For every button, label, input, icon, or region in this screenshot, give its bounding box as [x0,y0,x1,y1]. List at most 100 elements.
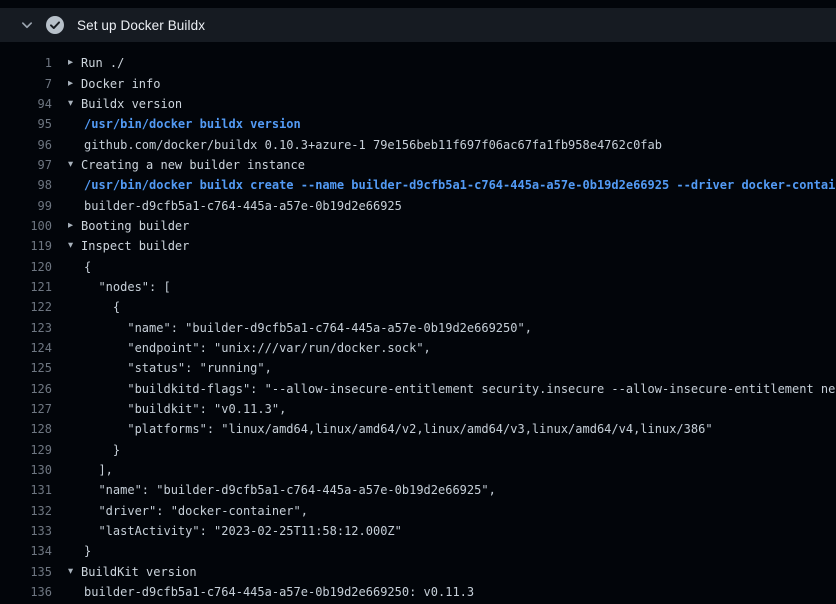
log-line: 124 "endpoint": "unix:///var/run/docker.… [0,338,836,358]
log-group-title: Run ./ [81,56,124,70]
log-text-row: ], [68,463,836,477]
log-group-toggle[interactable]: ▼Inspect builder [68,239,836,253]
log-group-toggle[interactable]: ▼Creating a new builder instance [68,158,836,172]
line-number[interactable]: 131 [0,483,52,497]
log-text-row: builder-d9cfb5a1-c764-445a-a57e-0b19d2e6… [68,585,836,599]
log-text-row: "buildkit": "v0.11.3", [68,402,836,416]
log-line: 99 builder-d9cfb5a1-c764-445a-a57e-0b19d2… [0,195,836,215]
log-line: 96 github.com/docker/buildx 0.10.3+azure-… [0,134,836,154]
log-group-title: BuildKit version [81,565,197,579]
log-group-title: Inspect builder [81,239,189,253]
triangle-right-icon: ▶ [68,78,81,88]
log-output-text: } [84,443,120,457]
log-text-row: { [68,260,836,274]
line-number[interactable]: 96 [0,138,52,152]
log-text-row: "nodes": [ [68,280,836,294]
log-text-row: "status": "running", [68,361,836,375]
log-output-text: builder-d9cfb5a1-c764-445a-a57e-0b19d2e6… [84,585,474,599]
line-number[interactable]: 100 [0,219,52,233]
log-line: 7 ▶Docker info [0,73,836,93]
line-number[interactable]: 99 [0,199,52,213]
log-line: 129 } [0,440,836,460]
log-command-text: /usr/bin/docker buildx version [84,117,301,131]
log-text-row: "driver": "docker-container", [68,504,836,518]
step-title: Set up Docker Buildx [77,18,205,33]
log-output-text: "lastActivity": "2023-02-25T11:58:12.000… [84,524,402,538]
line-number[interactable]: 98 [0,178,52,192]
chevron-down-icon [20,18,34,32]
log-line: 122 { [0,297,836,317]
log-line: 97 ▼Creating a new builder instance [0,155,836,175]
log-container: 1 ▶Run ./ 7 ▶Docker info 94 ▼Buildx version 95… [0,42,836,602]
log-text-row: "name": "builder-d9cfb5a1-c764-445a-a57e… [68,321,836,335]
log-output-text: "buildkit": "v0.11.3", [84,402,286,416]
log-line: 100 ▶Booting builder [0,216,836,236]
log-output-text: ], [84,463,113,477]
step-header-toggle[interactable]: Set up Docker Buildx [0,8,836,42]
log-group-toggle[interactable]: ▶Booting builder [68,219,836,233]
log-output-text: "name": "builder-d9cfb5a1-c764-445a-a57e… [84,321,532,335]
line-number[interactable]: 126 [0,382,52,396]
log-line: 95/usr/bin/docker buildx version [0,114,836,134]
line-number[interactable]: 121 [0,280,52,294]
log-output-text: "platforms": "linux/amd64,linux/amd64/v2… [84,422,713,436]
log-line: 126 "buildkitd-flags": "--allow-insecure… [0,379,836,399]
line-number[interactable]: 132 [0,504,52,518]
line-number[interactable]: 1 [0,56,52,70]
log-line: 98/usr/bin/docker buildx create --name b… [0,175,836,195]
line-number[interactable]: 128 [0,422,52,436]
line-number[interactable]: 120 [0,260,52,274]
log-output-text: github.com/docker/buildx 0.10.3+azure-1 … [84,138,662,152]
log-text-row: github.com/docker/buildx 0.10.3+azure-1 … [68,138,836,152]
line-number[interactable]: 130 [0,463,52,477]
triangle-right-icon: ▶ [68,58,81,68]
log-line: 94 ▼Buildx version [0,94,836,114]
log-command-text: /usr/bin/docker buildx create --name bui… [84,178,836,192]
line-number[interactable]: 122 [0,300,52,314]
log-text-row: "platforms": "linux/amd64,linux/amd64/v2… [68,422,836,436]
line-number[interactable]: 129 [0,443,52,457]
log-line: 123 "name": "builder-d9cfb5a1-c764-445a-… [0,317,836,337]
triangle-down-icon: ▼ [68,566,81,576]
log-text-row: "lastActivity": "2023-02-25T11:58:12.000… [68,524,836,538]
line-number[interactable]: 97 [0,158,52,172]
line-number[interactable]: 7 [0,77,52,91]
log-text-row: } [68,443,836,457]
log-line: 127 "buildkit": "v0.11.3", [0,399,836,419]
log-output-text: { [84,260,91,274]
log-line: 132 "driver": "docker-container", [0,501,836,521]
line-number[interactable]: 124 [0,341,52,355]
line-number[interactable]: 133 [0,524,52,538]
log-group-toggle[interactable]: ▶Run ./ [68,56,836,70]
line-number[interactable]: 136 [0,585,52,599]
triangle-down-icon: ▼ [68,241,81,251]
log-group-title: Creating a new builder instance [81,158,305,172]
line-number[interactable]: 135 [0,565,52,579]
triangle-down-icon: ▼ [68,98,81,108]
line-number[interactable]: 119 [0,239,52,253]
line-number[interactable]: 94 [0,97,52,111]
log-group-toggle[interactable]: ▼BuildKit version [68,565,836,579]
log-line: 135 ▼BuildKit version [0,562,836,582]
log-line: 120 { [0,256,836,276]
log-text-row: { [68,300,836,314]
line-number[interactable]: 123 [0,321,52,335]
log-text-row: "buildkitd-flags": "--allow-insecure-ent… [68,382,836,396]
log-output-text: "name": "builder-d9cfb5a1-c764-445a-a57e… [84,483,496,497]
triangle-down-icon: ▼ [68,159,81,169]
line-number[interactable]: 134 [0,544,52,558]
log-output-text: "buildkitd-flags": "--allow-insecure-ent… [84,382,836,396]
log-output-text: builder-d9cfb5a1-c764-445a-a57e-0b19d2e6… [84,199,402,213]
log-line: 130 ], [0,460,836,480]
line-number[interactable]: 95 [0,117,52,131]
log-line: 128 "platforms": "linux/amd64,linux/amd6… [0,419,836,439]
line-number[interactable]: 127 [0,402,52,416]
log-line: 134} [0,541,836,561]
log-output-text: { [84,300,120,314]
line-number[interactable]: 125 [0,361,52,375]
log-output-text: "driver": "docker-container", [84,504,308,518]
log-output-text: "nodes": [ [84,280,171,294]
log-group-title: Booting builder [81,219,189,233]
log-group-toggle[interactable]: ▶Docker info [68,77,836,91]
log-group-toggle[interactable]: ▼Buildx version [68,97,836,111]
